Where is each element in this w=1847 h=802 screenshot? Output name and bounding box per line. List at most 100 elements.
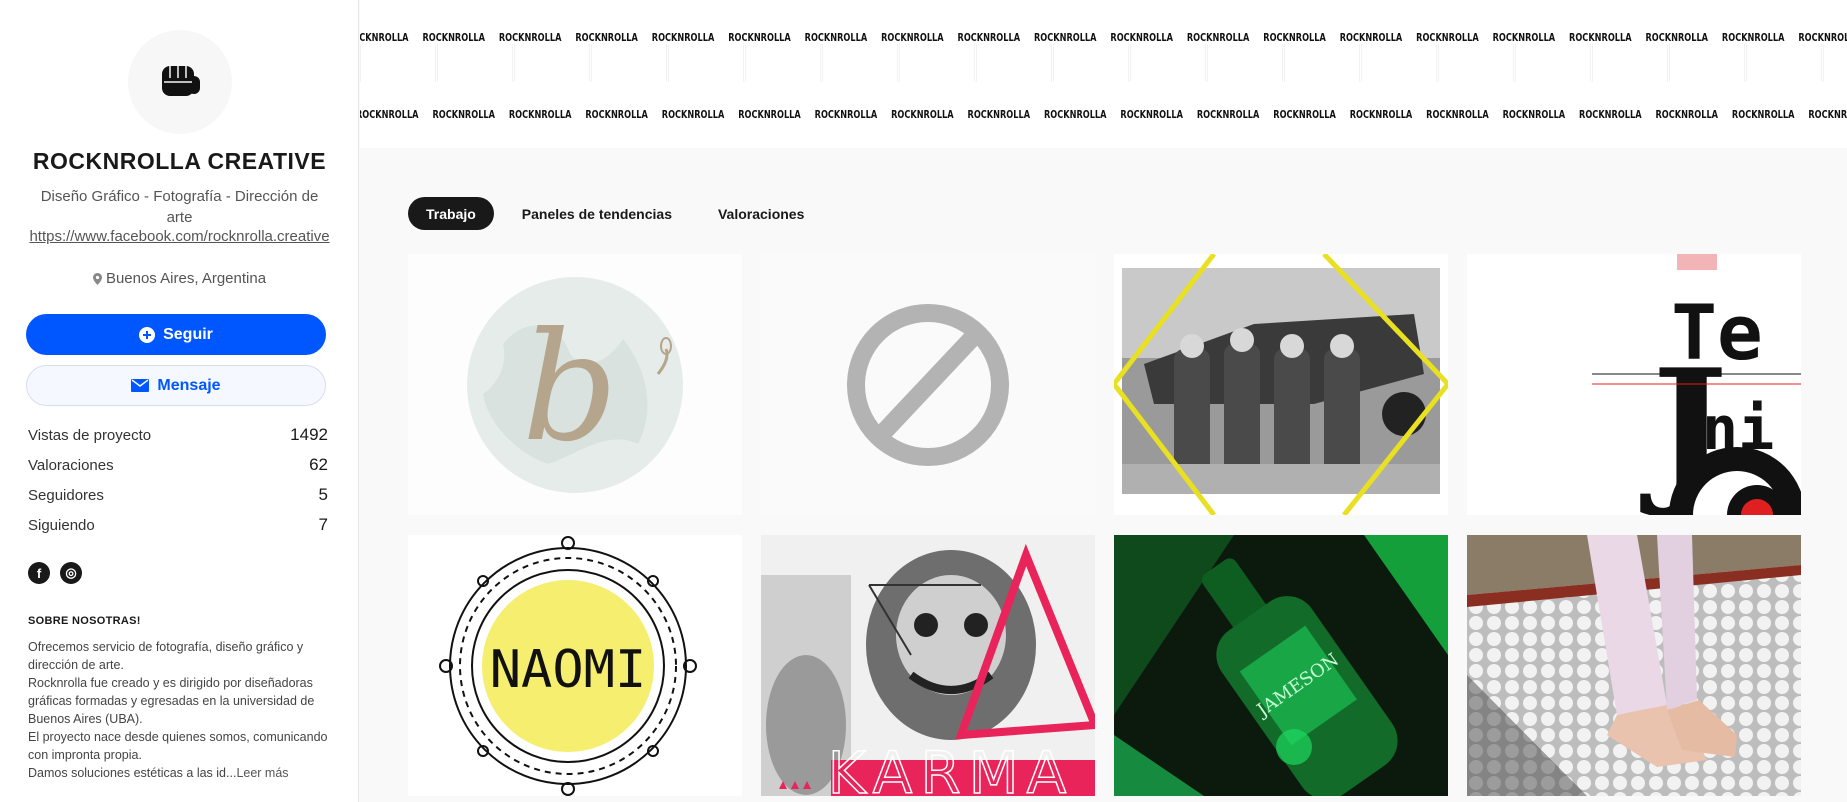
banner-ghost-cell <box>976 44 1052 82</box>
location-pin-icon <box>92 272 102 285</box>
banner-word: ROCKNROLLA <box>1426 109 1489 121</box>
project-thumbnail: KARMA <box>761 535 1095 796</box>
banner-text-row: ROCKNROLLA ROCKNROLLA ROCKNROLLA ROCKNROLLA… <box>360 109 1847 121</box>
profile-tabs: Trabajo Paneles de tendencias Valoracion… <box>408 197 822 230</box>
stat-appreciations[interactable]: Valoraciones 62 <box>28 450 328 480</box>
stat-label: Vistas de proyecto <box>28 426 152 444</box>
profile-location: Buenos Aires, Argentina <box>0 270 359 287</box>
facebook-icon[interactable]: f <box>28 562 50 584</box>
project-card-unavailable[interactable] <box>761 254 1095 515</box>
follow-button[interactable]: Seguir <box>26 314 326 355</box>
stat-followers[interactable]: Seguidores 5 <box>28 480 328 510</box>
banner-word: ROCKNROLLA <box>1273 109 1336 121</box>
banner-word: ROCKNROLLA <box>498 32 562 44</box>
banner-word: ROCKNROLLA <box>738 109 801 121</box>
banner-word: ROCKNROLLA <box>585 109 648 121</box>
banner-word: ROCKNROLLA <box>1186 32 1250 44</box>
plus-circle-icon <box>139 326 156 343</box>
banner-word: ROCKNROLLA <box>360 109 419 121</box>
message-button[interactable]: Mensaje <box>26 365 326 406</box>
project-thumbnail: NAOMI <box>408 535 742 796</box>
profile-sidebar: ROCKNROLLA CREATIVE Diseño Gráfico - Fot… <box>0 0 359 802</box>
banner-word: ROCKNROLLA <box>1263 32 1326 44</box>
banner-word: ROCKNROLLA <box>1721 32 1785 44</box>
project-grid: b Te J ni NAOMI KARMA JAMESON <box>408 254 1801 796</box>
message-label: Mensaje <box>157 376 221 394</box>
banner-word: ROCKNROLLA <box>881 32 944 44</box>
banner-word: ROCKNROLLA <box>575 32 638 44</box>
banner-ghost-cell <box>745 44 821 82</box>
about-paragraph: Rocknrolla fue creado y es dirigido por … <box>28 676 315 726</box>
tab-moodboards[interactable]: Paneles de tendencias <box>504 197 690 230</box>
banner-ghost-cell <box>1746 44 1822 82</box>
project-thumbnail: Te J ni <box>1467 254 1801 515</box>
project-card-aviators[interactable] <box>1114 254 1448 515</box>
project-card-feet[interactable] <box>1467 535 1801 796</box>
banner-ghost-pattern <box>360 44 1847 82</box>
stat-value: 1492 <box>290 425 328 444</box>
banner-word: ROCKNROLLA <box>1033 32 1097 44</box>
profile-page: ROCKNROLLA CREATIVE Diseño Gráfico - Fot… <box>0 0 1847 802</box>
banner-word: ROCKNROLLA <box>891 109 954 121</box>
stat-label: Siguiendo <box>28 516 95 534</box>
read-more-link[interactable]: Leer más <box>236 766 288 780</box>
location-text: Buenos Aires, Argentina <box>105 270 267 287</box>
stat-value: 62 <box>309 455 328 474</box>
about-paragraph: El proyecto nace desde quienes somos, co… <box>28 730 328 762</box>
banner-word: ROCKNROLLA <box>1349 109 1413 121</box>
banner-ghost-cell <box>1823 44 1847 82</box>
project-text-b: b <box>522 301 618 475</box>
profile-website-link[interactable]: https://www.facebook.com/rocknrolla.crea… <box>28 228 331 245</box>
profile-banner: ROCKNROLLA ROCKNROLLA ROCKNROLLA ROCKNROLLA… <box>360 0 1847 148</box>
project-card-tenido[interactable]: Te J ni <box>1467 254 1801 515</box>
instagram-icon[interactable]: ◎ <box>60 562 82 584</box>
banner-word: ROCKNROLLA <box>1043 109 1107 121</box>
project-card-jameson[interactable]: JAMESON <box>1114 535 1448 796</box>
social-links: f ◎ <box>28 562 82 584</box>
profile-tagline: Diseño Gráfico - Fotografía - Dirección … <box>40 188 319 226</box>
banner-ghost-cell <box>1592 44 1668 82</box>
banner-word: ROCKNROLLA <box>728 32 791 44</box>
project-thumbnail: b <box>408 254 742 515</box>
tab-work[interactable]: Trabajo <box>408 197 494 230</box>
banner-word: ROCKNROLLA <box>1492 32 1556 44</box>
banner-word: ROCKNROLLA <box>804 32 868 44</box>
avatar[interactable] <box>128 30 232 134</box>
banner-ghost-cell <box>668 44 744 82</box>
project-text-karma: KARMA <box>828 739 1075 796</box>
about-title: SOBRE NOSOTRAS! <box>28 615 141 627</box>
banner-word: ROCKNROLLA <box>957 32 1021 44</box>
project-text-naomi: NAOMI <box>490 640 647 700</box>
project-thumbnail <box>1114 254 1448 515</box>
banner-ghost-cell <box>1515 44 1591 82</box>
banner-word: ROCKNROLLA <box>1120 109 1183 121</box>
banner-ghost-cell <box>591 44 667 82</box>
banner-ghost-cell <box>1207 44 1283 82</box>
banner-ghost-cell <box>514 44 590 82</box>
follow-label: Seguir <box>163 325 213 343</box>
envelope-icon <box>131 379 150 392</box>
tab-appreciations[interactable]: Valoraciones <box>700 197 822 230</box>
banner-word: ROCKNROLLA <box>1808 109 1847 121</box>
banner-word: ROCKNROLLA <box>661 109 725 121</box>
banner-ghost-cell <box>1284 44 1360 82</box>
banner-word: ROCKNROLLA <box>1569 32 1632 44</box>
about-paragraph-truncated: Damos soluciones estéticas a las id...Le… <box>28 764 333 782</box>
banner-word: ROCKNROLLA <box>967 109 1031 121</box>
stat-project-views[interactable]: Vistas de proyecto 1492 <box>28 420 328 450</box>
stat-value: 5 <box>318 485 328 504</box>
banner-word: ROCKNROLLA <box>432 109 495 121</box>
banner-word: ROCKNROLLA <box>1579 109 1642 121</box>
project-thumbnail <box>1467 535 1801 796</box>
banner-word: ROCKNROLLA <box>360 32 409 44</box>
project-card-karma[interactable]: KARMA <box>761 535 1095 796</box>
project-card-naomi[interactable]: NAOMI <box>408 535 742 796</box>
project-card-b-logo[interactable]: b <box>408 254 742 515</box>
fist-icon <box>162 66 200 96</box>
banner-word: ROCKNROLLA <box>1416 32 1479 44</box>
about-paragraph: Ofrecemos servicio de fotografía, diseño… <box>28 640 304 672</box>
banner-word: ROCKNROLLA <box>651 32 715 44</box>
banner-word: ROCKNROLLA <box>508 109 572 121</box>
profile-stats: Vistas de proyecto 1492 Valoraciones 62 … <box>28 420 328 540</box>
stat-following[interactable]: Siguiendo 7 <box>28 510 328 540</box>
